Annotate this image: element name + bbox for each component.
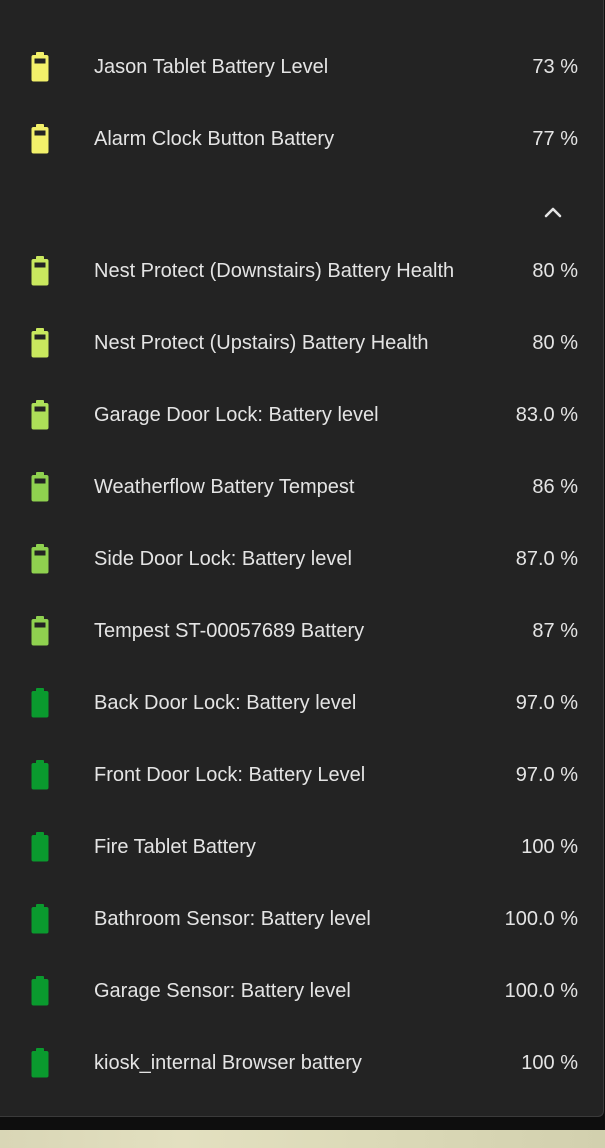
battery-label: Garage Sensor: Battery level: [94, 979, 351, 1002]
battery-value: 80 %: [532, 331, 578, 354]
battery-icon: [30, 759, 50, 791]
battery-icon: [30, 543, 50, 575]
battery-row[interactable]: Front Door Lock: Battery Level 97.0 %: [0, 739, 603, 811]
battery-label: Front Door Lock: Battery Level: [94, 763, 366, 786]
battery-label: kiosk_internal Browser battery: [94, 1051, 362, 1074]
battery-icon: [30, 903, 50, 935]
battery-row[interactable]: Garage Door Lock: Battery level 83.0 %: [0, 379, 603, 451]
battery-label: Jason Tablet Battery Level: [94, 55, 329, 78]
battery-value: 86 %: [532, 475, 578, 498]
battery-row[interactable]: Side Door Lock: Battery level 87.0 %: [0, 523, 603, 595]
battery-value: 87 %: [532, 619, 578, 642]
battery-value: 83.0 %: [515, 403, 578, 426]
battery-icon: [30, 51, 50, 83]
battery-row[interactable]: kiosk_internal Browser battery 100 %: [0, 1027, 603, 1099]
battery-value: 100 %: [521, 835, 578, 858]
battery-icon: [30, 255, 50, 287]
battery-value: 97.0 %: [515, 763, 578, 786]
battery-value: 77 %: [532, 127, 578, 150]
battery-value: 73 %: [532, 55, 578, 78]
battery-label: Alarm Clock Button Battery: [94, 127, 335, 150]
battery-value: 97.0 %: [515, 691, 578, 714]
battery-row[interactable]: Tempest ST-00057689 Battery 87 %: [0, 595, 603, 667]
battery-value: 80 %: [532, 259, 578, 282]
battery-row[interactable]: Fire Tablet Battery 100 %: [0, 811, 603, 883]
battery-value: 87.0 %: [515, 547, 578, 570]
battery-icon: [30, 975, 50, 1007]
battery-card: Jason Tablet Battery Level 73 % Alarm Cloc…: [0, 0, 604, 1117]
battery-label: Nest Protect (Upstairs) Battery Health: [94, 331, 429, 354]
battery-row[interactable]: Alarm Clock Button Battery 77 %: [0, 103, 603, 175]
battery-row[interactable]: Garage Sensor: Battery level 100.0 %: [0, 955, 603, 1027]
battery-label: Tempest ST-00057689 Battery: [94, 619, 365, 642]
battery-label: Fire Tablet Battery: [94, 835, 256, 858]
battery-label: Side Door Lock: Battery level: [94, 547, 352, 570]
battery-label: Nest Protect (Downstairs) Battery Health: [94, 259, 455, 282]
battery-icon: [30, 471, 50, 503]
battery-icon: [30, 687, 50, 719]
battery-label: Weatherflow Battery Tempest: [94, 475, 355, 498]
battery-value: 100.0 %: [504, 979, 578, 1002]
battery-label: Bathroom Sensor: Battery level: [94, 907, 371, 930]
battery-row[interactable]: Weatherflow Battery Tempest 86 %: [0, 451, 603, 523]
battery-icon: [30, 123, 50, 155]
battery-value: 100 %: [521, 1051, 578, 1074]
collapse-toggle[interactable]: [538, 200, 568, 224]
battery-label: Back Door Lock: Battery level: [94, 691, 357, 714]
battery-icon: [30, 615, 50, 647]
battery-row[interactable]: Back Door Lock: Battery level 97.0 %: [0, 667, 603, 739]
battery-icon: [30, 1047, 50, 1079]
background-edge: [0, 1130, 605, 1148]
battery-icon: [30, 327, 50, 359]
battery-row[interactable]: Bathroom Sensor: Battery level 100.0 %: [0, 883, 603, 955]
battery-label: Garage Door Lock: Battery level: [94, 403, 379, 426]
chevron-up-icon: [544, 207, 562, 218]
battery-row[interactable]: Jason Tablet Battery Level 73 %: [0, 31, 603, 103]
battery-icon: [30, 399, 50, 431]
battery-icon: [30, 831, 50, 863]
battery-row[interactable]: Nest Protect (Upstairs) Battery Health 80…: [0, 307, 603, 379]
battery-row[interactable]: Nest Protect (Downstairs) Battery Health…: [0, 235, 603, 307]
battery-value: 100.0 %: [504, 907, 578, 930]
